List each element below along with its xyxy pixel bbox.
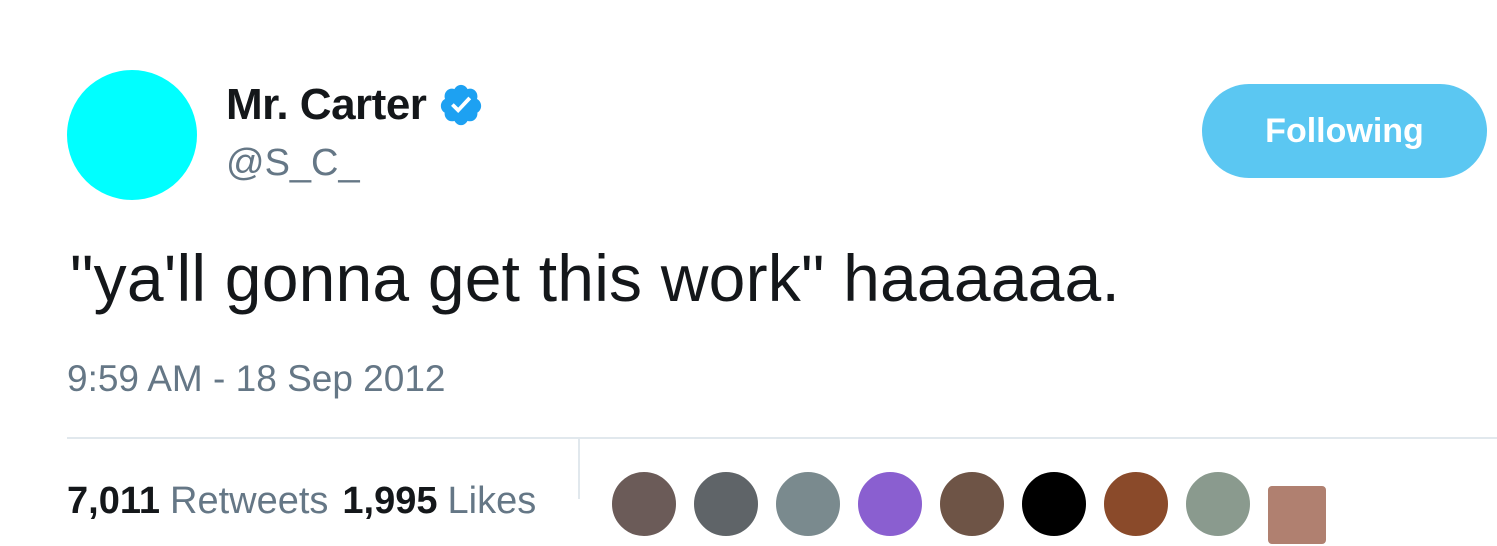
liker-avatar-icon[interactable] (774, 470, 842, 538)
liker-avatar-icon[interactable] (692, 470, 760, 538)
tweet-timestamp[interactable]: 9:59 AM - 18 Sep 2012 (67, 358, 446, 400)
retweets-label: Retweets (170, 480, 329, 522)
likers-avatars (610, 470, 1328, 546)
liker-avatar-icon[interactable] (1184, 470, 1252, 538)
name-row: Mr. Carter (226, 78, 484, 132)
stats-divider (578, 439, 580, 499)
liker-avatar-icon[interactable] (938, 470, 1006, 538)
liker-avatar-icon[interactable] (856, 470, 924, 538)
retweets-count: 7,011 (67, 480, 160, 522)
liker-avatar-icon[interactable] (1102, 470, 1170, 538)
liker-avatar-icon[interactable] (1020, 470, 1088, 538)
divider (67, 437, 1497, 439)
liker-avatar-icon[interactable] (1266, 484, 1328, 546)
tweet-stats: 7,011 Retweets 1,995 Likes (67, 480, 536, 523)
liker-avatar-icon[interactable] (610, 470, 678, 538)
user-handle[interactable]: @S_C_ (226, 142, 360, 185)
likes-stat[interactable]: 1,995 Likes (342, 480, 536, 523)
verified-badge-icon (438, 82, 484, 128)
display-name[interactable]: Mr. Carter (226, 80, 427, 130)
likes-label: Likes (447, 480, 537, 522)
following-button[interactable]: Following (1202, 84, 1487, 178)
avatar[interactable] (67, 70, 197, 200)
tweet-text: "ya'll gonna get this work" haaaaaa. (70, 241, 1120, 315)
retweets-stat[interactable]: 7,011 Retweets (67, 480, 328, 523)
likes-count: 1,995 (342, 480, 438, 522)
